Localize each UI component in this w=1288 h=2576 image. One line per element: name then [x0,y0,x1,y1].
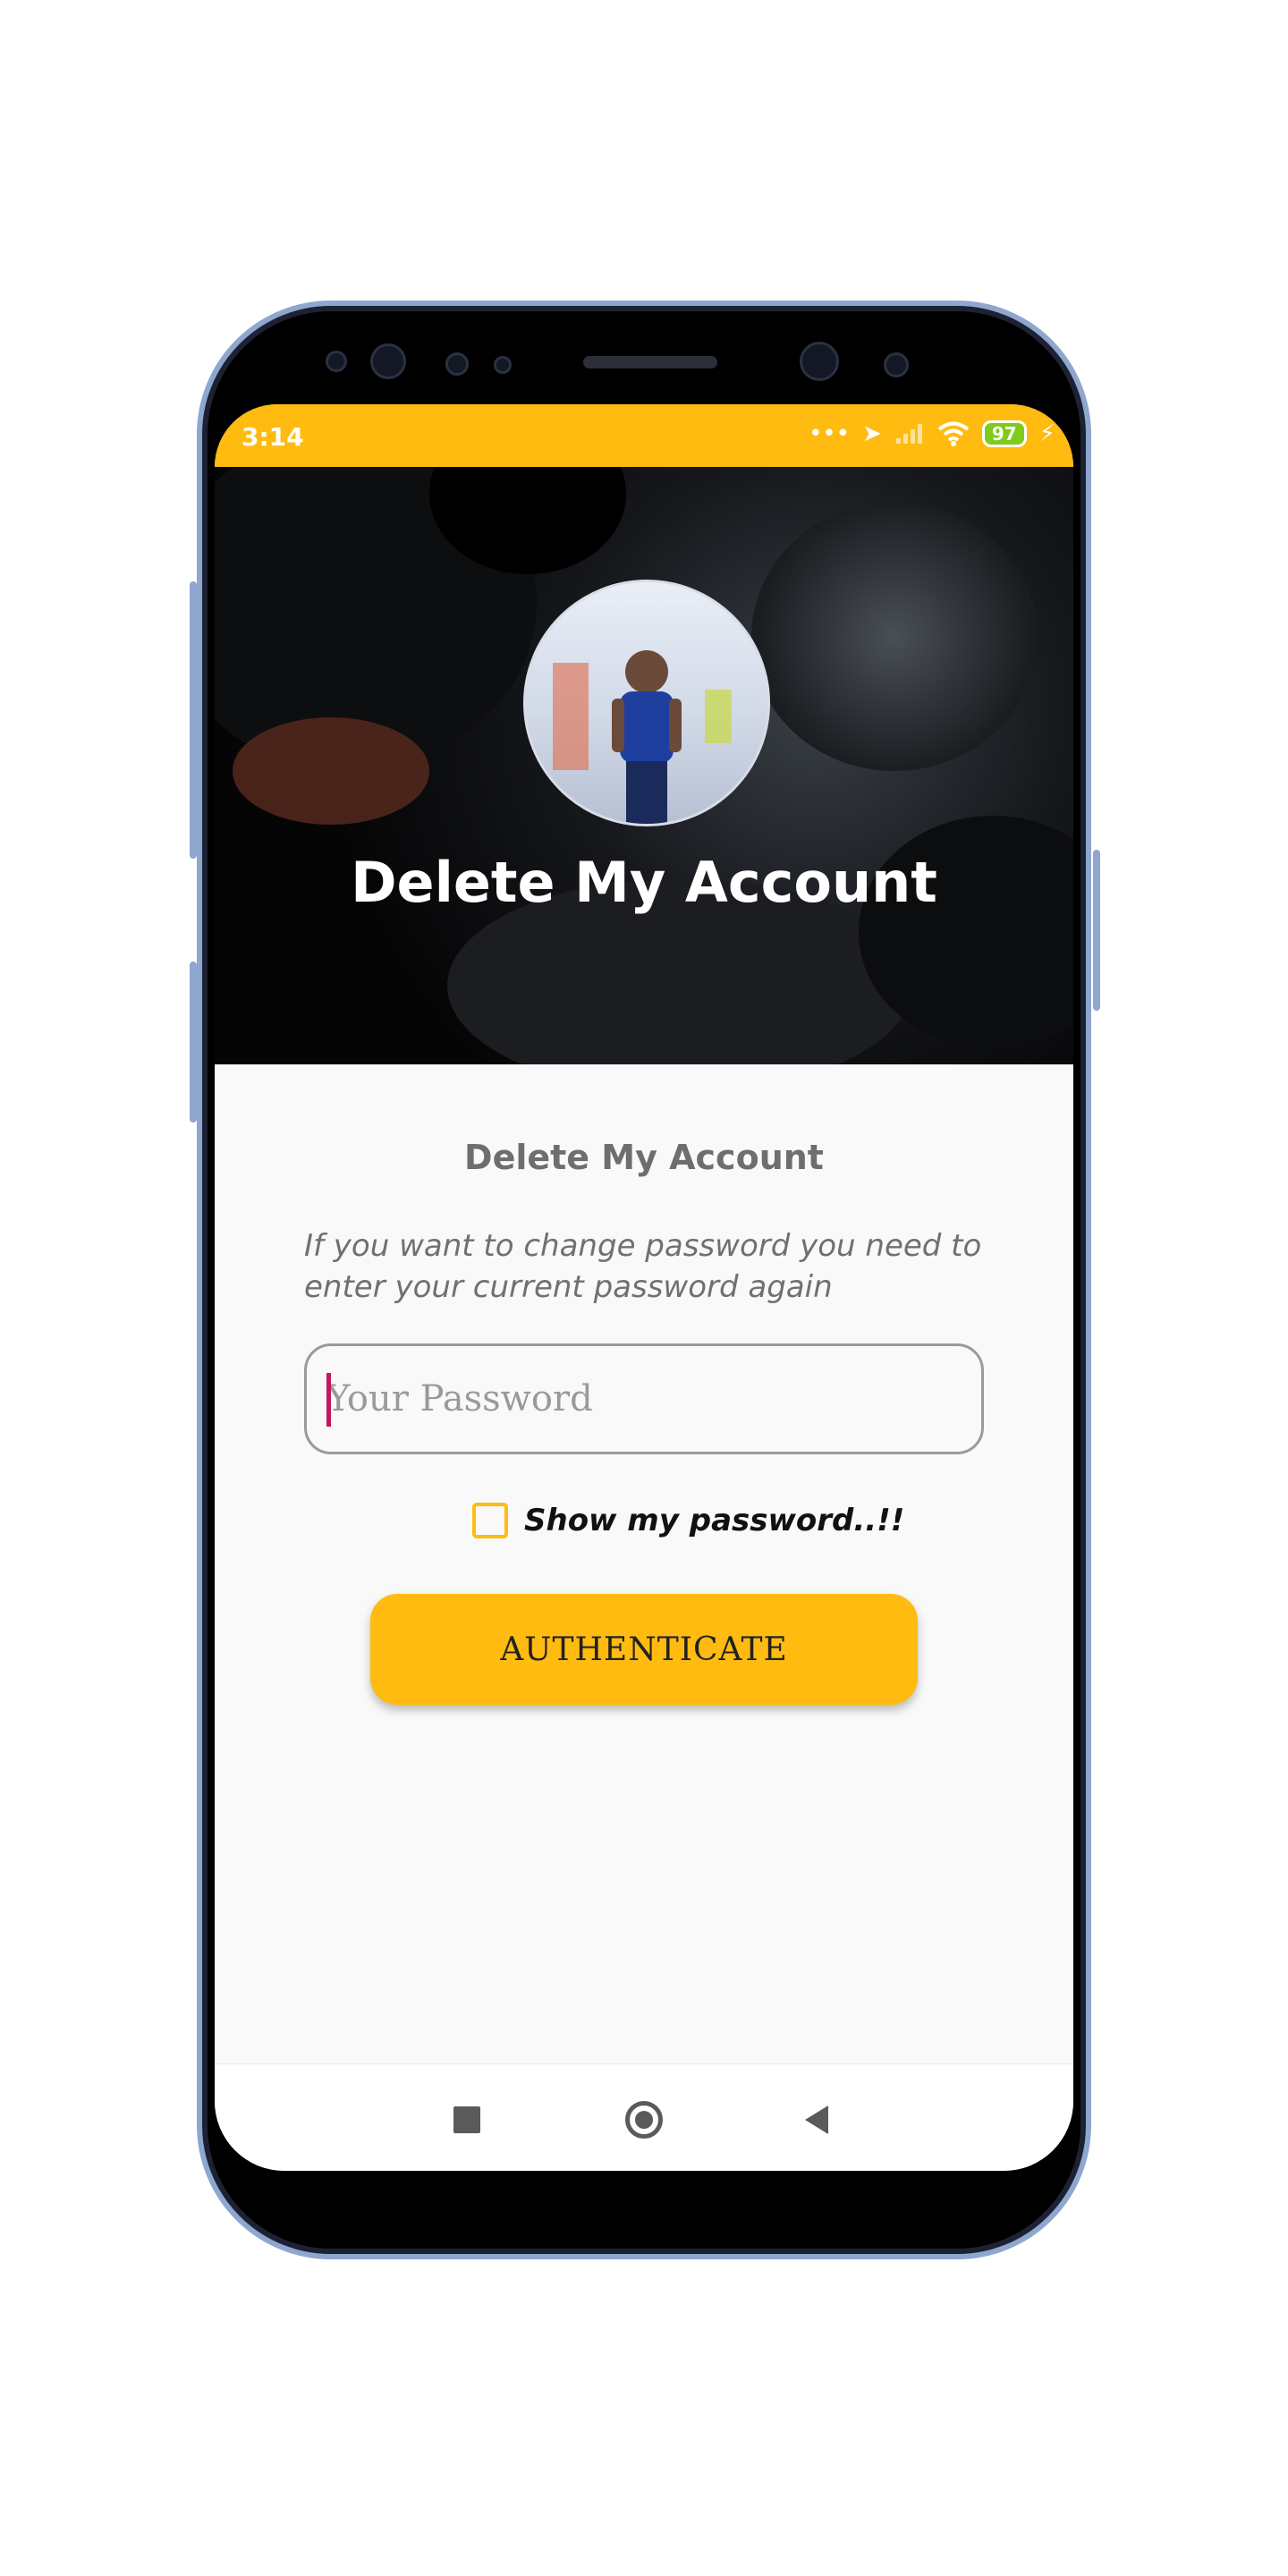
location-icon: ➤ [862,420,882,447]
page-title: Delete My Account [464,1138,824,1177]
status-bar: 3:14 ••• ➤ 97 ⚡ [215,404,1073,467]
profile-photo [553,650,732,824]
text-cursor [326,1373,331,1427]
show-password-label[interactable]: Show my password..!! [524,1503,904,1538]
sensor-icon [494,356,512,374]
recents-icon[interactable] [453,2106,480,2133]
charging-icon: ⚡ [1038,420,1055,447]
instruction-text: If you want to change password you need … [304,1228,982,1305]
system-nav-bar [215,2063,1073,2171]
back-icon[interactable] [805,2106,828,2134]
home-icon[interactable] [625,2101,663,2139]
sensor-icon [884,352,909,377]
front-camera-icon [800,342,839,381]
earpiece-speaker [583,356,717,369]
sensor-icon [445,352,469,376]
signal-icon [895,424,922,444]
more-icon: ••• [809,420,851,447]
header-banner: Delete My Account [215,467,1073,1064]
show-password-row[interactable]: Show my password..!! [472,1503,904,1538]
authenticate-button[interactable]: AUTHENTICATE [370,1594,918,1705]
battery-icon: 97 [981,420,1027,447]
app-screen: 3:14 ••• ➤ 97 ⚡ Delete My Account Delete… [215,404,1073,2171]
volume-up-button [190,581,197,859]
iris-scanner-icon [370,343,406,379]
banner-title: Delete My Account [351,850,937,915]
power-button [1093,850,1100,1011]
sensor-icon [326,351,347,372]
wifi-icon [937,421,970,446]
show-password-checkbox[interactable] [472,1503,508,1538]
avatar[interactable] [523,580,770,826]
banner-background-image [751,503,1038,771]
password-input[interactable] [326,1346,953,1452]
password-field[interactable] [304,1343,984,1454]
status-icons: ••• ➤ 97 ⚡ [809,420,1055,447]
volume-down-button [190,962,197,1123]
status-time: 3:14 [242,422,304,452]
banner-background-image [233,717,429,825]
